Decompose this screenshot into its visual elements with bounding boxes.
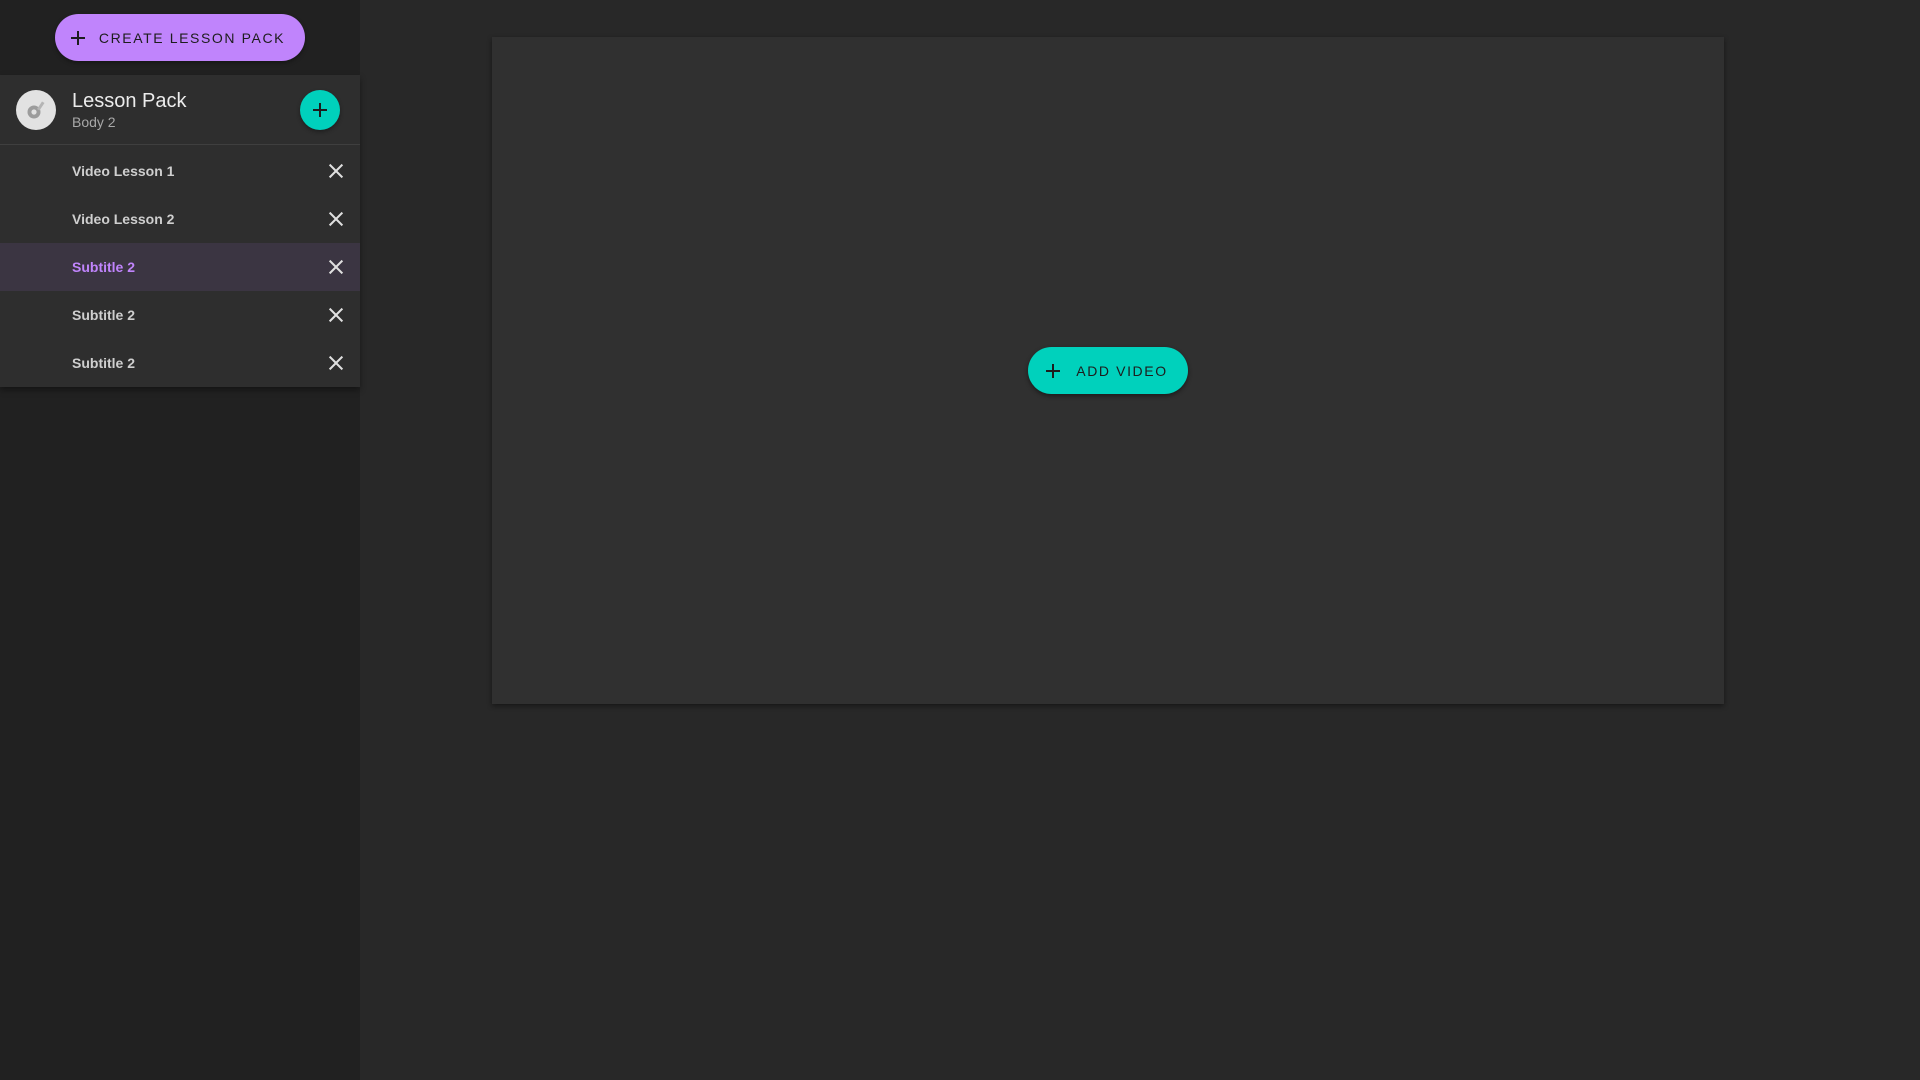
lesson-list: Video Lesson 1 Video Lesson 2 Subtitle 2… <box>0 145 360 387</box>
lesson-label: Subtitle 2 <box>72 259 136 275</box>
lesson-label: Video Lesson 1 <box>72 163 175 179</box>
lesson-pack-subtitle: Body 2 <box>72 113 116 130</box>
plus-icon <box>70 30 85 45</box>
lesson-label: Subtitle 2 <box>72 307 136 323</box>
lesson-pack-header[interactable]: Lesson Pack Body 2 <box>0 75 360 145</box>
close-icon[interactable] <box>324 351 348 375</box>
lesson-label: Video Lesson 2 <box>72 211 175 227</box>
lesson-pack-panel: Lesson Pack Body 2 Video Lesson 1 Video … <box>0 75 360 387</box>
create-lesson-pack-label: Create Lesson Pack <box>98 29 286 46</box>
add-video-label: Add Video <box>1076 362 1168 379</box>
close-icon[interactable] <box>324 303 348 327</box>
sidebar: Create Lesson Pack Lesson Pack Body 2 <box>0 0 360 1080</box>
lesson-item[interactable]: Video Lesson 2 <box>0 195 360 243</box>
plus-icon <box>1046 363 1061 378</box>
add-video-button[interactable]: Add Video <box>1028 347 1188 394</box>
close-icon[interactable] <box>324 207 348 231</box>
lesson-item[interactable]: Subtitle 2 <box>0 291 360 339</box>
close-icon[interactable] <box>324 255 348 279</box>
lesson-item[interactable]: Subtitle 2 <box>0 339 360 387</box>
plus-icon <box>313 102 327 117</box>
lesson-pack-title: Lesson Pack <box>72 89 187 112</box>
create-lesson-pack-button[interactable]: Create Lesson Pack <box>54 14 306 61</box>
palette-icon <box>16 89 56 130</box>
main-content: Add Video <box>360 0 1920 1080</box>
app-root: Create Lesson Pack Lesson Pack Body 2 <box>0 0 1920 1080</box>
lesson-label: Subtitle 2 <box>72 355 136 371</box>
lesson-pack-text: Lesson Pack Body 2 <box>72 89 300 131</box>
add-lesson-button[interactable] <box>300 89 340 130</box>
create-button-container: Create Lesson Pack <box>0 0 360 75</box>
lesson-item-active[interactable]: Subtitle 2 <box>0 243 360 291</box>
lesson-item[interactable]: Video Lesson 1 <box>0 147 360 195</box>
close-icon[interactable] <box>324 159 348 183</box>
video-card: Add Video <box>492 37 1724 704</box>
